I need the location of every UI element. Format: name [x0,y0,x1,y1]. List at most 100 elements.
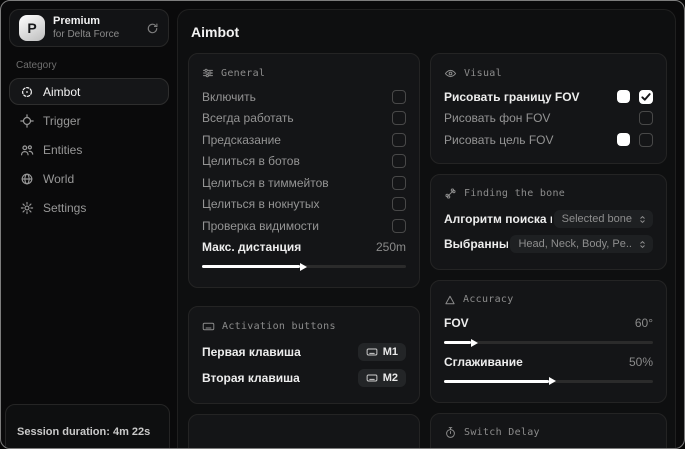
panel-header-label: General [221,67,266,79]
checkbox[interactable] [392,111,406,126]
sidebar-item-world[interactable]: World [9,165,169,192]
visual-label: Рисовать цель FOV [444,132,554,147]
slider-thumb[interactable] [202,262,307,271]
chevron-up-down-icon [637,214,648,225]
dropdown-label: Алгоритм поиска кост [444,212,552,226]
timer-icon [444,426,457,439]
toggle-row: Целиться в ботов [202,151,406,173]
checkbox[interactable] [639,89,653,104]
visual-label: Рисовать границу FOV [444,89,580,104]
keybind-label: Первая клавиша [202,345,301,359]
checkbox[interactable] [639,132,653,147]
slider-row-header: Макс. дистанция 250m [202,237,406,259]
slider-value: 60° [634,316,653,331]
visual-panel: Visual Рисовать границу FOV Рисовать фон… [430,53,667,164]
keybind-row: Вторая клавиша M2 [202,365,406,391]
toggle-label: Целиться в тиммейтов [202,175,329,190]
session-box: Session duration: 4m 22s [5,404,170,448]
app-subtitle: for Delta Force [53,28,120,40]
visual-row: Рисовать цель FOV [444,129,653,151]
keybind-button[interactable]: M1 [357,343,406,361]
triangle-icon [444,294,456,306]
entities-icon [20,143,34,157]
sidebar-item-aimbot[interactable]: Aimbot [9,78,169,105]
checkbox[interactable] [392,197,406,212]
app-window: P Premium for Delta Force Category Aimbo… [0,0,685,449]
premium-card: P Premium for Delta Force [9,9,169,47]
keybind-label: Вторая клавиша [202,371,300,385]
sidebar-item-entities[interactable]: Entities [9,136,169,163]
keyboard-icon [202,320,215,333]
sidebar-item-label: Entities [43,142,83,157]
toggle-row: Всегда работать [202,108,406,130]
keybind-button[interactable]: M2 [357,369,406,387]
dropdown-label: Выбранные кос [444,237,509,251]
selected-bones-select[interactable]: Head, Neck, Body, Pe.. [510,235,653,253]
bone-algorithm-select[interactable]: Selected bone [553,210,653,228]
smoothing-slider[interactable] [444,377,653,385]
checkbox[interactable] [392,154,406,169]
checkbox[interactable] [639,111,653,126]
slider-label: Макс. дистанция [202,240,302,255]
chevron-up-down-icon [637,239,648,250]
finding-bone-panel: Finding the bone Алгоритм поиска кост Se… [430,173,667,270]
panel-header-label: Switch Delay [464,427,540,438]
dropdown-row: Алгоритм поиска кост Selected bone [444,207,653,232]
keybind-row: Первая клавиша M1 [202,339,406,365]
color-swatch[interactable] [617,133,630,147]
panel-header-label: Finding the bone [464,188,566,199]
slider-thumb[interactable] [444,377,555,385]
accuracy-panel: Accuracy FOV 60° Сглаживание 50% [430,279,667,403]
checkbox[interactable] [392,132,406,147]
empty-panel [188,414,420,448]
visual-row: Рисовать границу FOV [444,86,653,108]
sidebar-item-label: World [43,171,75,186]
sidebar-item-label: Trigger [43,113,81,128]
slider-row-header: FOV 60° [444,313,653,335]
fov-slider[interactable] [444,338,653,347]
globe-icon [20,172,34,186]
max-distance-slider[interactable] [202,262,406,271]
slider-thumb[interactable] [444,338,479,347]
slider-row-header: Сглаживание 50% [444,351,653,373]
selected-value: Selected bone [561,213,632,225]
toggle-label: Проверка видимости [202,218,319,233]
visual-label: Рисовать фон FOV [444,111,551,126]
sidebar-item-settings[interactable]: Settings [9,194,169,221]
selected-value: Head, Neck, Body, Pe.. [518,238,632,250]
switch-delay-panel: Switch Delay Задержка переключения Задер… [430,412,667,449]
checkbox[interactable] [392,218,406,233]
dropdown-row: Выбранные кос Head, Neck, Body, Pe.. [444,232,653,257]
sidebar: P Premium for Delta Force Category Aimbo… [1,1,177,448]
toggle-row: Включить [202,86,406,108]
slider-label: Сглаживание [444,354,523,369]
app-title: Premium [53,14,101,27]
key-icon [366,346,378,358]
category-label: Category [16,60,57,71]
eye-icon [444,67,457,80]
page-title: Aimbot [191,24,240,40]
sidebar-item-trigger[interactable]: Trigger [9,107,169,134]
sidebar-item-label: Aimbot [43,84,81,99]
toggle-label: Всегда работать [202,111,294,126]
app-logo: P [19,15,45,41]
crosshair-icon [20,85,34,99]
sync-icon[interactable] [146,22,159,35]
checkbox[interactable] [392,89,406,104]
general-panel: General Включить Всегда работать Предска… [188,53,420,288]
checkbox[interactable] [392,175,406,190]
panel-header-label: Accuracy [463,294,514,305]
toggle-label: Целиться в нокнутых [202,197,320,212]
toggle-label: Целиться в ботов [202,154,300,169]
premium-text: Premium for Delta Force [53,15,119,41]
color-swatch[interactable] [617,90,630,104]
toggle-row: Задержка переключения [444,446,653,449]
main-content: Aimbot General Включить Всегда работать … [177,9,676,448]
session-duration: Session duration: 4m 22s [17,426,151,438]
panel-header-label: Visual [464,67,502,79]
slider-label: FOV [444,316,469,331]
toggle-row: Предсказание [202,129,406,151]
tune-icon [202,67,214,79]
activation-buttons-panel: Activation buttons Первая клавиша M1 Вто… [188,306,420,404]
toggle-label: Предсказание [202,132,281,147]
